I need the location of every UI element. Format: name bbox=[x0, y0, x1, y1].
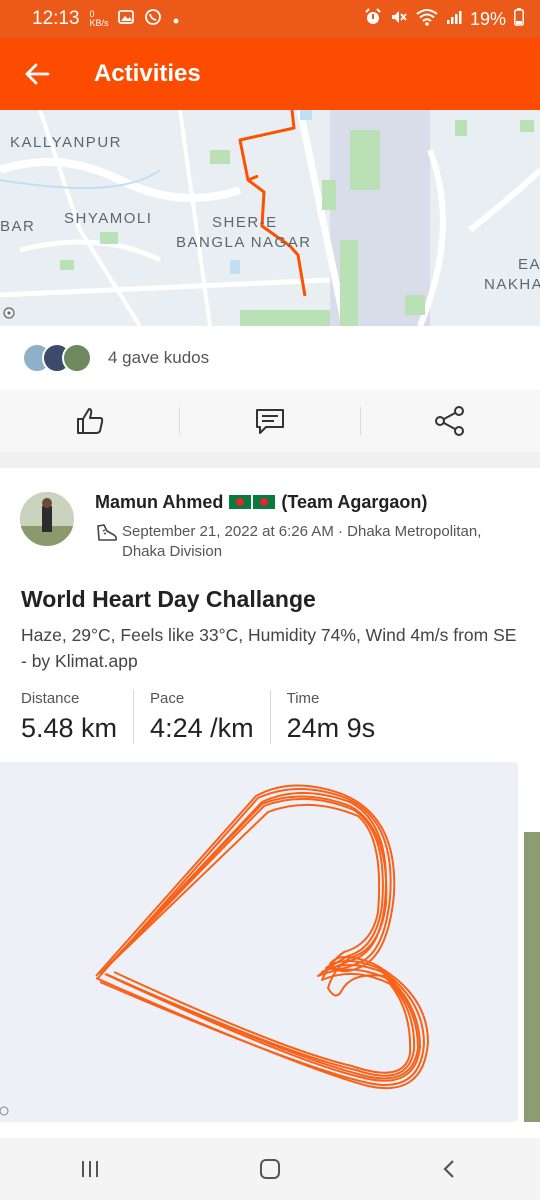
mute-icon bbox=[390, 8, 408, 31]
running-shoe-icon bbox=[97, 524, 118, 541]
stat-pace: Pace 4:24 /km bbox=[150, 690, 271, 744]
activity-route-map[interactable] bbox=[0, 762, 518, 1122]
stat-label: Pace bbox=[150, 690, 185, 707]
chevron-left-icon bbox=[443, 1160, 454, 1178]
share-button[interactable] bbox=[361, 390, 540, 452]
athlete-name-line[interactable]: Mamun Ahmed (Team Agargaon) bbox=[95, 492, 427, 513]
page-title: Activities bbox=[94, 60, 201, 87]
stat-value: 24m 9s bbox=[286, 713, 376, 743]
kudos-count: 4 gave kudos bbox=[108, 348, 210, 367]
map-attribution-icon[interactable] bbox=[0, 1104, 10, 1122]
kudos-avatars bbox=[22, 343, 92, 373]
alarm-icon bbox=[364, 7, 382, 31]
comment-icon bbox=[255, 409, 284, 434]
activity-description: Haze, 29°C, Feels like 33°C, Humidity 74… bbox=[21, 625, 517, 671]
comment-button[interactable] bbox=[180, 390, 359, 452]
arrow-left-icon bbox=[25, 63, 50, 85]
kudos-row[interactable]: 4 gave kudos bbox=[0, 326, 540, 390]
activity-datetime-location: September 21, 2022 at 6:26 AM · Dhaka Me… bbox=[122, 523, 482, 560]
map-label: SHYAMOLI bbox=[64, 210, 153, 227]
share-icon bbox=[435, 406, 465, 436]
recent-apps-button[interactable] bbox=[60, 1144, 120, 1194]
signal-icon bbox=[446, 9, 462, 30]
app-bar: Activities bbox=[0, 38, 540, 110]
back-button[interactable] bbox=[0, 38, 74, 110]
whatsapp-icon bbox=[144, 8, 162, 31]
system-nav-bar bbox=[0, 1138, 540, 1200]
next-photo-thumbnail[interactable] bbox=[524, 832, 540, 1122]
home-button[interactable] bbox=[240, 1144, 300, 1194]
home-icon bbox=[260, 1159, 280, 1179]
map-label: NAKHA bbox=[484, 276, 540, 293]
map-label: KALLYANPUR bbox=[10, 134, 122, 151]
battery-level: 19% bbox=[469, 8, 506, 29]
gallery-icon bbox=[117, 9, 134, 30]
bangladesh-flag-icon bbox=[229, 495, 252, 509]
map-label: SHER-E bbox=[212, 214, 278, 231]
stat-label: Time bbox=[286, 690, 320, 707]
kudos-button[interactable] bbox=[0, 390, 179, 452]
athlete-team: (Team Agargaon) bbox=[281, 492, 428, 512]
map-label: BANGLA NAGAR bbox=[176, 234, 312, 251]
action-bar bbox=[0, 390, 540, 452]
stat-value: 4:24 /km bbox=[150, 713, 254, 743]
recent-apps-icon bbox=[82, 1161, 98, 1177]
wifi-icon bbox=[416, 8, 438, 31]
stat-label: Distance bbox=[21, 690, 80, 707]
activity-title[interactable]: World Heart Day Challange bbox=[21, 586, 316, 613]
route-map[interactable]: KALLYANPUR BAR SHYAMOLI SHER-E BANGLA NA… bbox=[0, 110, 540, 326]
back-nav-button[interactable] bbox=[420, 1144, 480, 1194]
feed-separator bbox=[0, 452, 540, 468]
map-label: EA bbox=[518, 256, 540, 273]
battery-icon bbox=[514, 7, 524, 31]
dot-icon bbox=[172, 9, 180, 30]
stat-time: Time 24m 9s bbox=[287, 690, 392, 744]
bangladesh-flag-icon bbox=[253, 495, 276, 509]
athlete-avatar[interactable] bbox=[20, 492, 74, 546]
activity-meta: September 21, 2022 at 6:26 AM · Dhaka Me… bbox=[95, 522, 525, 562]
stat-value: 5.48 km bbox=[21, 713, 118, 743]
avatar bbox=[62, 343, 92, 373]
map-label: BAR bbox=[0, 218, 36, 235]
thumbs-up-icon bbox=[76, 408, 103, 434]
network-speed: 0 KB/s bbox=[89, 9, 109, 28]
status-time: 12:13 bbox=[32, 8, 80, 29]
status-bar: 12:13 0 KB/s 19% bbox=[0, 0, 540, 38]
stat-distance: Distance 5.48 km bbox=[21, 690, 135, 744]
athlete-name: Mamun Ahmed bbox=[95, 492, 224, 512]
map-attribution-icon[interactable] bbox=[2, 306, 16, 325]
activity-stats: Distance 5.48 km Pace 4:24 /km Time 24m … bbox=[21, 690, 407, 744]
